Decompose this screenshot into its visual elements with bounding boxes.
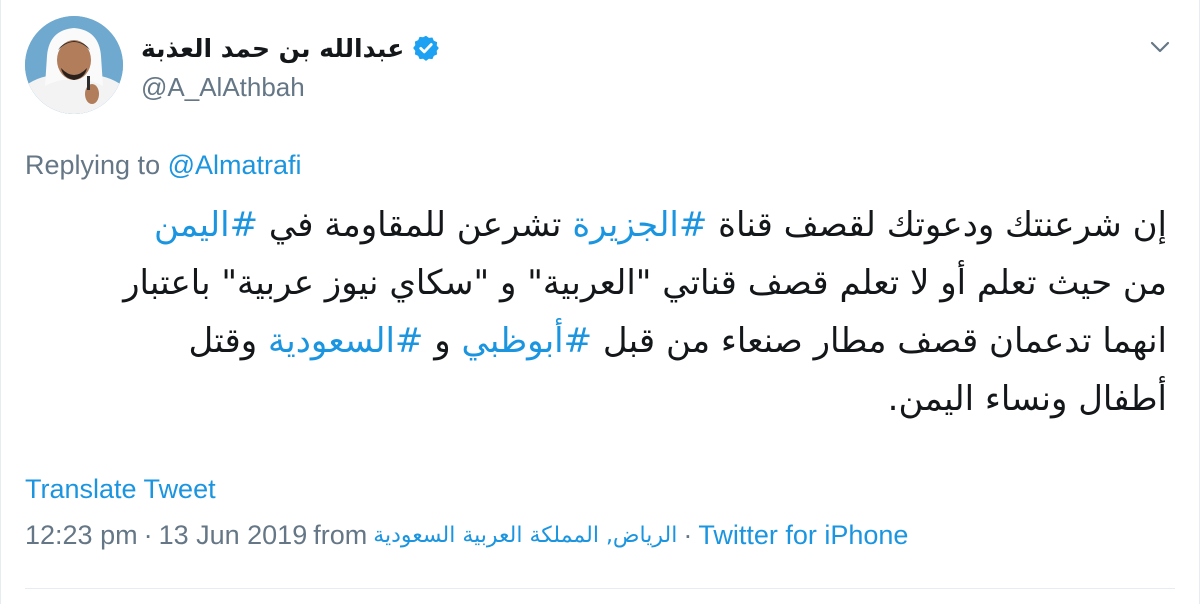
tweet-metadata: 12:23 pm · 13 Jun 2019 from الرياض, المم… <box>25 520 908 551</box>
display-name[interactable]: عبدالله بن حمد العذبة <box>141 34 404 63</box>
hashtag-link[interactable]: #الجزيرة <box>572 205 707 245</box>
divider <box>25 588 1175 589</box>
tweet-text: إن شرعنتك ودعوتك لقصف قناة #الجزيرة تشرع… <box>27 196 1167 428</box>
tweet-line-4: أطفال ونساء اليمن. <box>887 379 1167 419</box>
tweet-card: عبدالله بن حمد العذبة @A_AlAthbah Replyi… <box>0 0 1200 604</box>
tweet-text-segment: وقتل <box>188 321 268 361</box>
tweet-text-segment: انهما تدعمان قصف مطار صنعاء من قبل <box>592 321 1167 361</box>
replying-prefix: Replying to <box>25 150 168 180</box>
verified-badge-icon <box>413 35 440 61</box>
chevron-down-icon <box>1150 41 1170 53</box>
tweet-text-segment: و <box>423 321 462 361</box>
hashtag-link[interactable]: #السعودية <box>268 321 423 361</box>
tweet-text-segment: إن شرعنتك ودعوتك لقصف قناة <box>707 205 1167 245</box>
tweet-line-2: من حيث تعلم أو لا تعلم قصف قناتي "العربي… <box>123 263 1167 303</box>
tweet-location-link[interactable]: الرياض, المملكة العربية السعودية <box>373 523 677 548</box>
tweet-line-1: إن شرعنتك ودعوتك لقصف قناة #الجزيرة تشرع… <box>27 196 1167 254</box>
tweet-line-3: انهما تدعمان قصف مطار صنعاء من قبل #أبوظ… <box>27 312 1168 370</box>
more-options-button[interactable] <box>1145 32 1175 62</box>
tweet-date[interactable]: 13 Jun 2019 <box>159 520 308 551</box>
meta-separator: · <box>143 520 153 550</box>
tweet-text-segment: تشرعن للمقاومة في <box>258 205 573 245</box>
meta-separator: · <box>683 520 693 550</box>
translate-tweet-link[interactable]: Translate Tweet <box>25 474 216 505</box>
avatar[interactable] <box>25 16 123 114</box>
tweet-time[interactable]: 12:23 pm <box>25 520 138 551</box>
user-handle[interactable]: @A_AlAthbah <box>141 72 305 103</box>
reply-mention-link[interactable]: @Almatrafi <box>168 150 302 180</box>
hashtag-link[interactable]: #اليمن <box>154 205 258 245</box>
hashtag-link[interactable]: #أبوظبي <box>461 321 592 361</box>
avatar-image <box>25 16 123 114</box>
replying-to: Replying to @Almatrafi <box>25 150 302 181</box>
meta-from: from <box>313 520 368 550</box>
name-row: عبدالله بن حمد العذبة <box>141 30 440 66</box>
tweet-source-link[interactable]: Twitter for iPhone <box>698 520 908 551</box>
